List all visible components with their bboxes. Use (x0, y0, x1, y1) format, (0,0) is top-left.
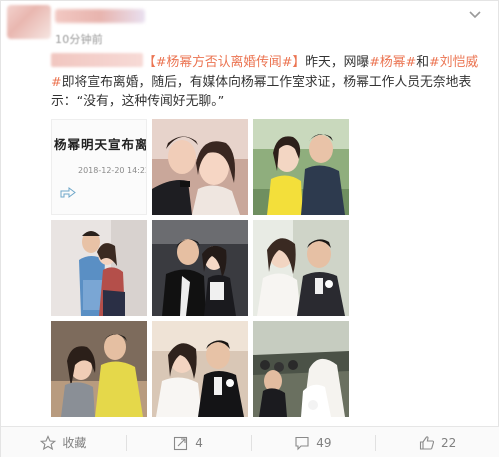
photo (51, 220, 147, 316)
photo (152, 119, 248, 215)
photo (253, 220, 349, 316)
text-segment: 昨天，网曝 (305, 55, 370, 70)
photo (253, 119, 349, 215)
image-couple-black-outfits[interactable] (152, 220, 248, 316)
hashtag-link-yangmi[interactable]: #杨幂# (369, 55, 416, 70)
image-forehead-kiss[interactable] (51, 220, 147, 316)
text-segment: 即将宣布离婚，随后，有媒体向杨幂工作室求证，杨幂工作人员无奈地表示：“没有，这种… (51, 74, 472, 110)
news-date: 2018-12-20 14:22:46 (78, 166, 146, 175)
image-wedding-portrait[interactable] (253, 220, 349, 316)
topic-link[interactable]: 【#杨幂方否认离婚传闻#】 (143, 55, 305, 70)
text-segment: 和 (416, 55, 430, 70)
action-bar: 收藏 4 49 22 (1, 426, 499, 457)
star-icon (40, 434, 57, 451)
avatar[interactable] (7, 5, 51, 39)
photo (51, 321, 147, 417)
photo (152, 321, 248, 417)
repost-count: 4 (195, 435, 203, 450)
image-couple-outdoor[interactable] (253, 119, 349, 215)
image-wedding-ceremony[interactable] (253, 321, 349, 417)
weibo-post-card: 10分钟前 【#杨幂方否认离婚传闻#】昨天，网曝#杨幂#和#刘恺威#即将宣布离婚… (0, 0, 499, 457)
image-news-screenshot[interactable]: 杨幂明天宣布离 2018-12-20 14:22:46 (51, 119, 147, 215)
image-wedding-couple[interactable] (152, 321, 248, 417)
like-count: 22 (440, 435, 457, 450)
chevron-down-icon (469, 11, 481, 19)
image-grid: 杨幂明天宣布离 2018-12-20 14:22:46 (51, 119, 349, 417)
comment-count: 49 (316, 435, 332, 450)
more-options-button[interactable] (464, 7, 486, 23)
image-couple-leaning[interactable] (51, 321, 147, 417)
photo (152, 220, 248, 316)
repost-icon (173, 435, 189, 451)
redaction-blur (51, 53, 143, 67)
username-redacted[interactable] (55, 9, 145, 23)
news-headline: 杨幂明天宣布离 (54, 137, 147, 152)
comment-button[interactable]: 49 (250, 427, 376, 457)
photo (253, 321, 349, 417)
post-timestamp: 10分钟前 (55, 33, 103, 46)
comment-icon (294, 435, 310, 451)
image-couple-closeup[interactable] (152, 119, 248, 215)
favorite-label: 收藏 (62, 436, 87, 450)
share-icon (60, 187, 76, 198)
repost-button[interactable]: 4 (125, 427, 251, 457)
thumbs-up-icon (419, 435, 435, 451)
like-button[interactable]: 22 (375, 427, 499, 457)
favorite-button[interactable]: 收藏 (1, 427, 126, 457)
